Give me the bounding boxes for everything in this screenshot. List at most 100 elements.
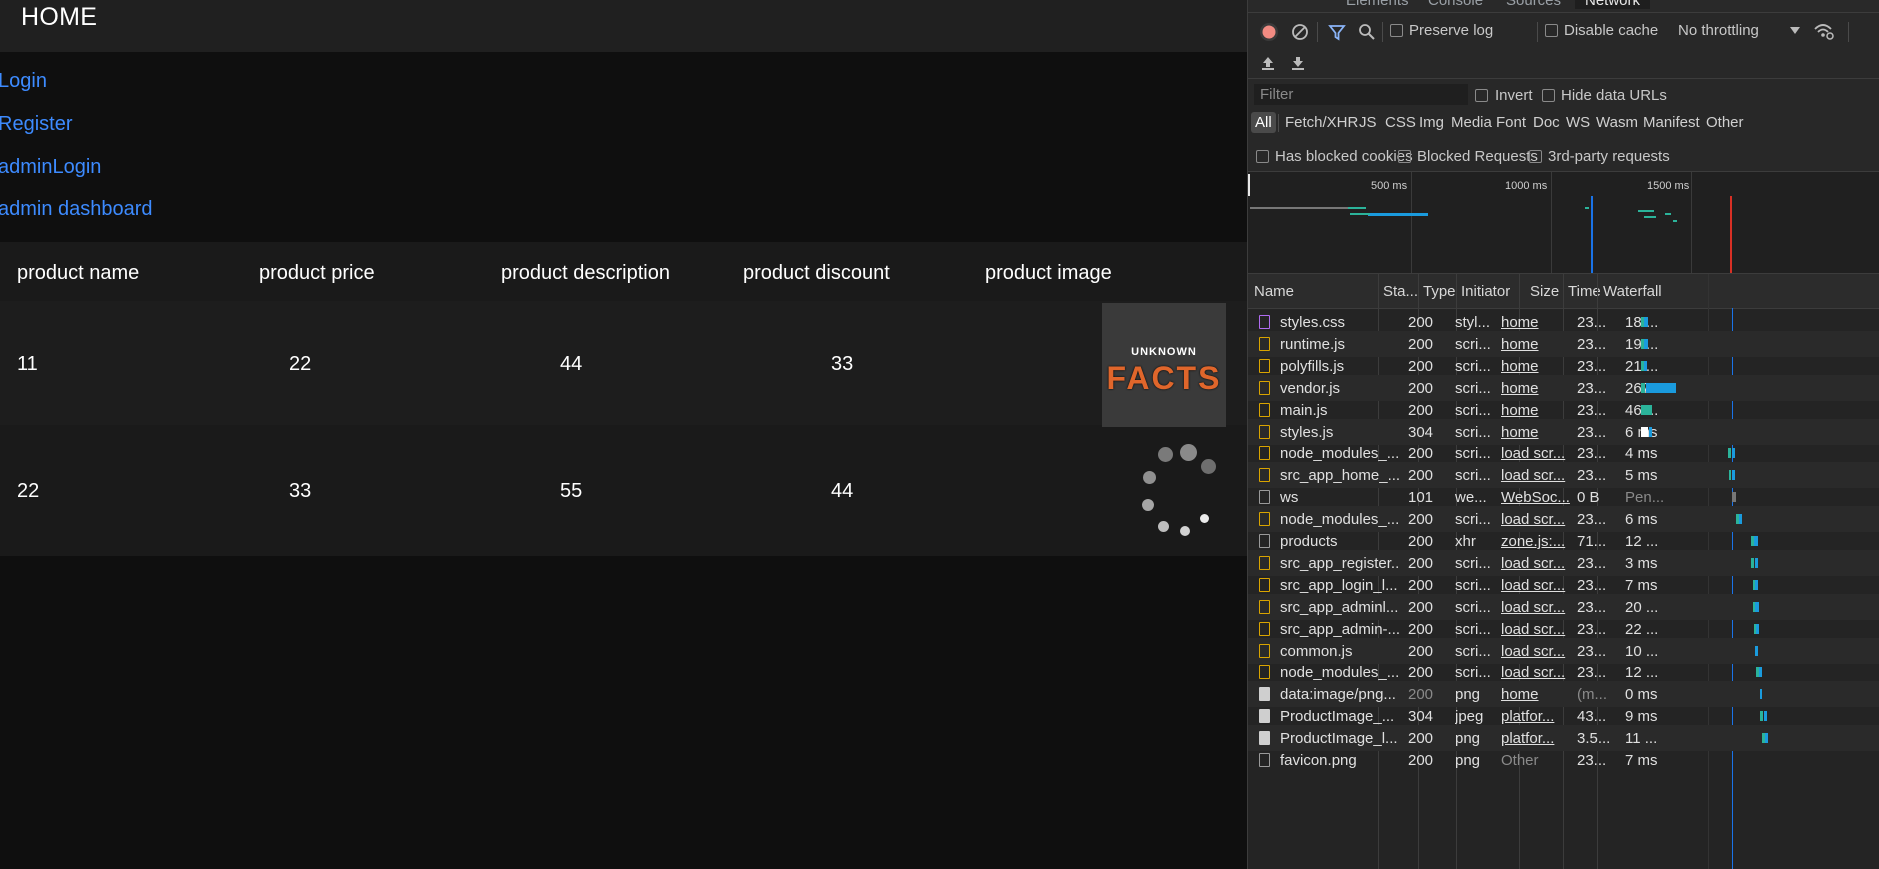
waterfall-bar <box>1765 733 1768 744</box>
request-name[interactable]: main.js <box>1280 402 1400 419</box>
request-name[interactable]: polyfills.js <box>1280 358 1400 375</box>
request-name[interactable]: ProductImage_... <box>1280 708 1400 725</box>
request-initiator[interactable]: platfor... <box>1501 708 1571 725</box>
type-filter-js[interactable]: JS <box>1359 114 1377 131</box>
page-title: HOME <box>21 3 98 31</box>
column-initiator[interactable]: Initiator <box>1461 283 1510 300</box>
request-size: 23... <box>1577 576 1607 594</box>
type-filter-manifest[interactable]: Manifest <box>1643 114 1700 131</box>
login-link[interactable]: Login <box>0 70 47 93</box>
column-size[interactable]: Size <box>1530 283 1559 300</box>
request-status: 200 <box>1408 664 1434 682</box>
waterfall-bar <box>1754 536 1758 546</box>
column-type[interactable]: Type <box>1423 283 1456 300</box>
request-size: 23... <box>1577 379 1607 397</box>
request-initiator[interactable]: zone.js:... <box>1501 533 1571 550</box>
request-name[interactable]: styles.css <box>1280 314 1400 331</box>
type-filter-media[interactable]: Media <box>1451 114 1492 131</box>
request-type: styl... <box>1455 314 1491 331</box>
table-row[interactable]: favicon.png 200 png Other 23... 7 ms <box>1248 747 1879 773</box>
request-name[interactable]: src_app_login_l... <box>1280 577 1400 594</box>
request-name[interactable]: node_modules_... <box>1280 445 1400 462</box>
preserve-log-checkbox[interactable] <box>1390 24 1403 37</box>
request-name[interactable]: src_app_admin-... <box>1280 621 1400 638</box>
waterfall-bar <box>1755 557 1758 568</box>
request-name[interactable]: node_modules_... <box>1280 511 1400 528</box>
request-name[interactable]: styles.js <box>1280 424 1400 441</box>
filter-input[interactable] <box>1254 84 1468 105</box>
img-file-icon <box>1259 731 1270 746</box>
throttling-select[interactable]: No throttling <box>1678 22 1759 39</box>
network-overview-timeline[interactable]: 500 ms 1000 ms 1500 ms <box>1248 171 1879 274</box>
column-waterfall[interactable]: Waterfall <box>1603 283 1662 300</box>
tab-network[interactable]: Network <box>1575 0 1651 9</box>
request-initiator[interactable]: home <box>1501 686 1571 703</box>
request-status: 200 <box>1408 401 1434 419</box>
type-filter-font[interactable]: Font <box>1496 114 1526 131</box>
request-name[interactable]: products <box>1280 533 1400 550</box>
request-name[interactable]: src_app_register... <box>1280 555 1400 572</box>
request-size: 23... <box>1577 511 1607 529</box>
admin-dashboard-link[interactable]: admin dashboard <box>0 198 153 221</box>
type-filter-css[interactable]: CSS <box>1385 114 1416 131</box>
request-name[interactable]: node_modules_... <box>1280 664 1400 681</box>
admin-login-link[interactable]: adminLogin <box>0 156 101 179</box>
request-name[interactable]: runtime.js <box>1280 336 1400 353</box>
request-initiator[interactable]: load scr... <box>1501 621 1571 638</box>
tab-elements[interactable]: Elements <box>1346 0 1409 9</box>
request-initiator[interactable]: home <box>1501 402 1571 419</box>
type-filter-img[interactable]: Img <box>1419 114 1444 131</box>
request-time: Pen... <box>1625 489 1665 507</box>
network-conditions-icon[interactable] <box>1813 21 1835 41</box>
product-table: product name product price product descr… <box>0 242 1247 556</box>
record-icon[interactable] <box>1259 22 1279 42</box>
request-initiator[interactable]: WebSoc... <box>1501 489 1571 506</box>
request-name[interactable]: common.js <box>1280 643 1400 660</box>
import-har-icon[interactable] <box>1260 55 1276 71</box>
request-initiator[interactable]: load scr... <box>1501 599 1571 616</box>
request-initiator[interactable]: load scr... <box>1501 445 1571 462</box>
has-blocked-cookies-checkbox[interactable] <box>1256 150 1269 163</box>
type-filter-fetch-xhr[interactable]: Fetch/XHR <box>1285 114 1358 131</box>
column-status[interactable]: Sta... <box>1383 283 1418 300</box>
clear-icon[interactable] <box>1291 23 1309 41</box>
type-filter-wasm[interactable]: Wasm <box>1596 114 1638 131</box>
export-har-icon[interactable] <box>1290 55 1306 71</box>
request-initiator[interactable]: load scr... <box>1501 643 1571 660</box>
request-name[interactable]: ws <box>1280 489 1400 506</box>
request-initiator[interactable]: home <box>1501 358 1571 375</box>
filter-icon[interactable] <box>1328 23 1346 41</box>
request-name[interactable]: src_app_home_... <box>1280 467 1400 484</box>
type-filter-other[interactable]: Other <box>1706 114 1744 131</box>
request-initiator[interactable]: home <box>1501 424 1571 441</box>
invert-checkbox[interactable] <box>1475 89 1488 102</box>
disable-cache-checkbox[interactable] <box>1545 24 1558 37</box>
tab-console[interactable]: Console <box>1428 0 1483 9</box>
request-name[interactable]: vendor.js <box>1280 380 1400 397</box>
request-name[interactable]: src_app_adminl... <box>1280 599 1400 616</box>
request-initiator[interactable]: load scr... <box>1501 467 1571 484</box>
request-initiator[interactable]: load scr... <box>1501 511 1571 528</box>
request-initiator[interactable]: home <box>1501 336 1571 353</box>
request-initiator[interactable]: home <box>1501 380 1571 397</box>
chevron-down-icon[interactable] <box>1790 27 1800 35</box>
tab-sources[interactable]: Sources <box>1506 0 1561 9</box>
third-party-requests-checkbox[interactable] <box>1529 150 1542 163</box>
blocked-requests-checkbox[interactable] <box>1398 150 1411 163</box>
request-initiator[interactable]: home <box>1501 314 1571 331</box>
request-name[interactable]: data:image/png... <box>1280 686 1400 703</box>
request-name[interactable]: ProductImage_l... <box>1280 730 1400 747</box>
type-filter-all[interactable]: All <box>1251 112 1276 133</box>
type-filter-doc[interactable]: Doc <box>1533 114 1560 131</box>
request-initiator[interactable]: platfor... <box>1501 730 1571 747</box>
column-time[interactable]: Time <box>1568 283 1601 300</box>
column-name[interactable]: Name <box>1254 283 1294 300</box>
hide-data-urls-checkbox[interactable] <box>1542 89 1555 102</box>
type-filter-ws[interactable]: WS <box>1566 114 1590 131</box>
search-icon[interactable] <box>1358 23 1376 41</box>
request-name[interactable]: favicon.png <box>1280 752 1400 769</box>
register-link[interactable]: Register <box>0 113 72 136</box>
request-initiator[interactable]: load scr... <box>1501 664 1571 681</box>
request-initiator[interactable]: load scr... <box>1501 555 1571 572</box>
request-initiator[interactable]: load scr... <box>1501 577 1571 594</box>
